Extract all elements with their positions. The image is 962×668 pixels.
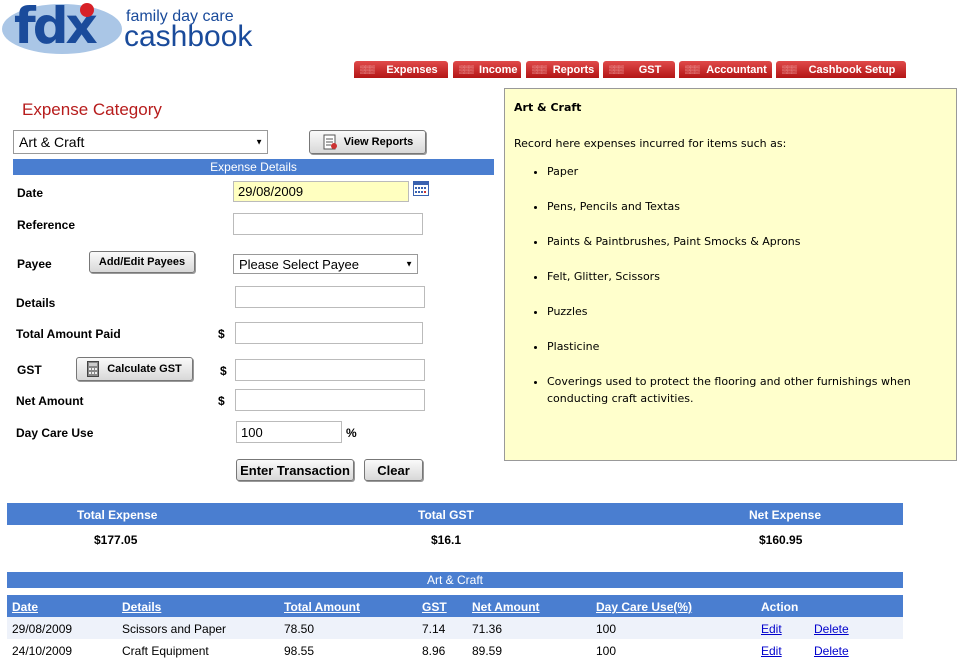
column-header-date[interactable]: Date (12, 600, 38, 614)
total-gst-value: $16.1 (431, 533, 462, 547)
calculate-gst-button[interactable]: Calculate GST (76, 357, 193, 381)
view-reports-button[interactable]: View Reports (309, 130, 426, 154)
tab-reports[interactable]: ▒▒▒ Reports (526, 61, 599, 78)
cell-day-care-use: 100 (596, 622, 617, 636)
column-header-day-care-use[interactable]: Day Care Use(%) (596, 600, 692, 614)
list-item: Paper (547, 163, 947, 180)
reference-label: Reference (17, 218, 76, 232)
date-input[interactable]: 29/08/2009 (233, 181, 409, 202)
details-input[interactable] (235, 286, 425, 308)
percent-symbol: % (346, 426, 357, 440)
category-select[interactable]: Art & Craft ▼ (13, 130, 268, 154)
column-header-details[interactable]: Details (122, 600, 161, 614)
total-amount-input[interactable] (235, 322, 423, 344)
cell-gst: 8.96 (422, 644, 446, 658)
tab-gst[interactable]: ▒▒▒ GST (603, 61, 675, 78)
cell-total-amount: 78.50 (284, 622, 315, 636)
payee-select[interactable]: Please Select Payee ▼ (233, 254, 418, 274)
list-item: Plasticine (547, 338, 947, 355)
cell-date: 29/08/2009 (12, 622, 73, 636)
date-label: Date (17, 186, 44, 200)
expense-details-header: Expense Details (13, 159, 494, 175)
add-edit-payees-button[interactable]: Add/Edit Payees (89, 251, 195, 273)
total-amount-label: Total Amount Paid (16, 327, 121, 341)
delete-link[interactable]: Delete (814, 622, 849, 636)
grip-icon: ▒▒▒ (685, 65, 700, 74)
grip-icon: ▒▒▒ (782, 65, 797, 74)
info-list: Paper Pens, Pencils and Textas Paints & … (505, 163, 947, 407)
total-gst-label: Total GST (418, 508, 474, 522)
gst-label: GST (17, 363, 42, 377)
gst-input[interactable] (235, 359, 425, 381)
total-expense-value: $177.05 (94, 533, 138, 547)
tab-expenses[interactable]: ▒▒▒ Expenses (354, 61, 448, 78)
tab-accountant[interactable]: ▒▒▒ Accountant (679, 61, 772, 78)
column-header-action: Action (761, 600, 799, 614)
details-label: Details (16, 296, 56, 310)
cell-details: Scissors and Paper (122, 622, 227, 636)
edit-link[interactable]: Edit (761, 644, 782, 658)
cell-details: Craft Equipment (122, 644, 209, 658)
cell-total-amount: 98.55 (284, 644, 315, 658)
total-expense-label: Total Expense (77, 508, 158, 522)
currency-symbol: $ (220, 364, 227, 378)
net-amount-label: Net Amount (16, 394, 84, 408)
info-intro: Record here expenses incurred for items … (514, 137, 787, 150)
list-item: Paints & Paintbrushes, Paint Smocks & Ap… (547, 233, 947, 250)
tab-cashbook-setup[interactable]: ▒▒▒ Cashbook Setup (776, 61, 906, 78)
info-title: Art & Craft (514, 101, 582, 114)
column-header-total-amount[interactable]: Total Amount (284, 600, 360, 614)
logo-dot (80, 3, 94, 17)
dropdown-arrow-icon: ▼ (405, 259, 413, 269)
column-header-net-amount[interactable]: Net Amount (472, 600, 540, 614)
cell-gst: 7.14 (422, 622, 446, 636)
currency-symbol: $ (218, 394, 225, 408)
currency-symbol: $ (218, 327, 225, 341)
cell-date: 24/10/2009 (12, 644, 73, 658)
grip-icon: ▒▒▒ (459, 65, 474, 74)
section-title: Expense Category (22, 100, 162, 119)
net-expense-label: Net Expense (749, 508, 822, 522)
list-item: Pens, Pencils and Textas (547, 198, 947, 215)
net-expense-value: $160.95 (759, 533, 803, 547)
day-care-use-label: Day Care Use (16, 426, 94, 440)
payee-label: Payee (17, 257, 52, 271)
cell-day-care-use: 100 (596, 644, 617, 658)
edit-link[interactable]: Edit (761, 622, 782, 636)
logo-title: cashbook (124, 20, 253, 53)
grip-icon: ▒▒▒ (532, 65, 547, 74)
grip-icon: ▒▒▒ (360, 65, 375, 74)
day-care-use-input[interactable]: 100 (236, 421, 342, 443)
cell-net-amount: 89.59 (472, 644, 503, 658)
report-icon (323, 134, 337, 150)
calculator-icon (87, 361, 100, 377)
dropdown-arrow-icon: ▼ (255, 137, 263, 147)
calendar-icon[interactable] (413, 181, 429, 196)
cell-net-amount: 71.36 (472, 622, 503, 636)
clear-button[interactable]: Clear (364, 459, 423, 481)
list-item: Felt, Glitter, Scissors (547, 268, 947, 285)
net-amount-input[interactable] (235, 389, 425, 411)
tab-income[interactable]: ▒▒▒ Income (453, 61, 521, 78)
reference-input[interactable] (233, 213, 423, 235)
delete-link[interactable]: Delete (814, 644, 849, 658)
table-title: Art & Craft (7, 572, 903, 588)
list-item: Coverings used to protect the flooring a… (547, 373, 947, 407)
grip-icon: ▒▒▒ (609, 65, 624, 74)
column-header-gst[interactable]: GST (422, 600, 447, 614)
list-item: Puzzles (547, 303, 947, 320)
enter-transaction-button[interactable]: Enter Transaction (236, 459, 354, 481)
category-info-panel: Art & Craft Record here expenses incurre… (504, 88, 957, 461)
